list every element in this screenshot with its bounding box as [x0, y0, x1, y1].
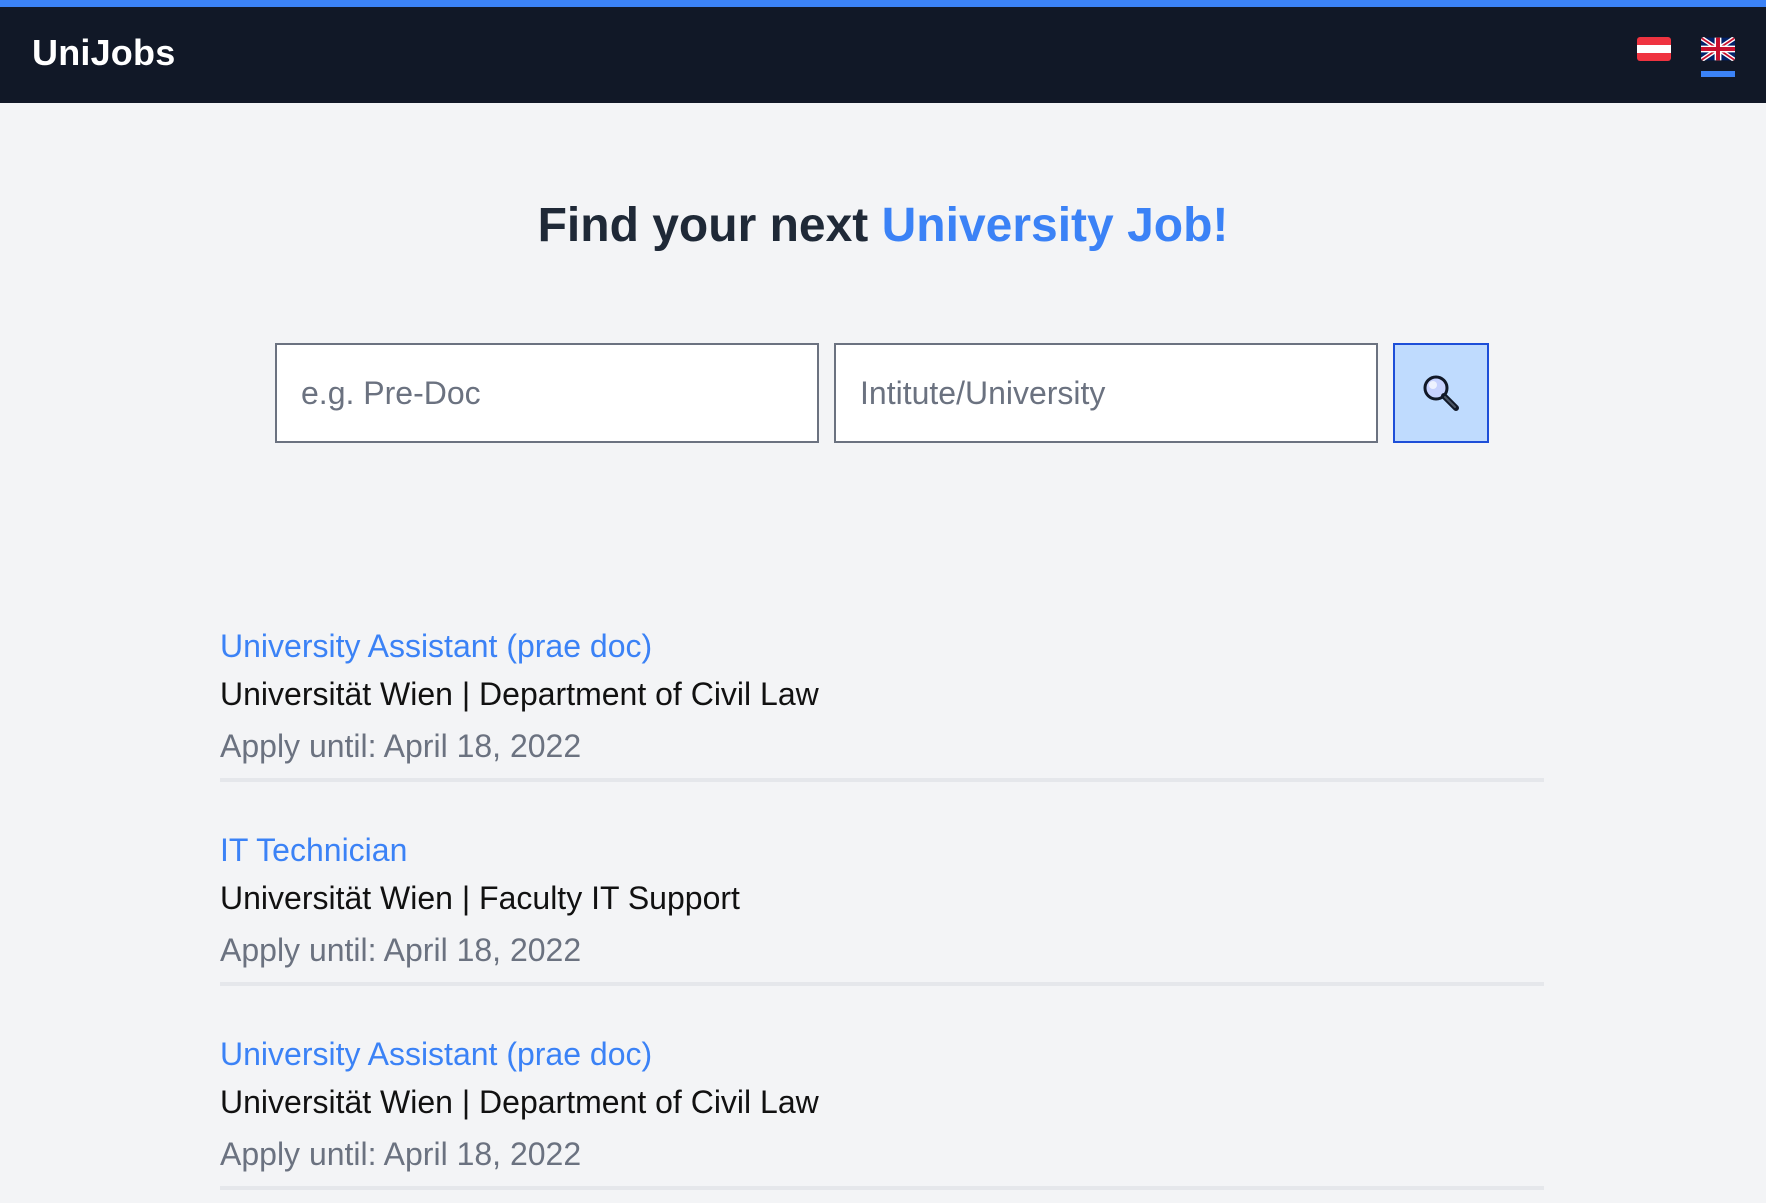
job-divider	[220, 1186, 1544, 1190]
job-organization: Universität Wien | Department of Civil L…	[220, 676, 819, 712]
hero-title-prefix: Find your next	[537, 199, 869, 252]
search-button[interactable]	[1393, 343, 1489, 443]
uk-flag-icon[interactable]	[1701, 37, 1735, 61]
top-accent-bar	[0, 0, 1766, 7]
job-title-link[interactable]: University Assistant (prae doc)	[220, 1032, 652, 1076]
institute-search-input[interactable]	[834, 343, 1378, 443]
uk-flag-graphic	[1701, 37, 1735, 61]
navbar: UniJobs	[0, 7, 1766, 103]
hero-title-highlight: University Job!	[881, 199, 1229, 252]
job-organization: Universität Wien | Department of Civil L…	[220, 1084, 819, 1120]
job-item: University Assistant (prae doc) Universi…	[220, 624, 1544, 828]
job-title-link[interactable]: University Assistant (prae doc)	[220, 624, 652, 668]
job-item: IT Technician Universität Wien | Faculty…	[220, 828, 1544, 1032]
austria-flag-icon[interactable]	[1637, 37, 1671, 61]
active-language-indicator	[1701, 71, 1735, 77]
job-item: University Assistant (prae doc) Universi…	[220, 1032, 1544, 1203]
hero-title: Find your next University Job!	[0, 196, 1766, 256]
page: UniJobs Find your next University Job! e…	[0, 0, 1766, 1203]
job-divider	[220, 982, 1544, 986]
job-organization: Universität Wien | Faculty IT Support	[220, 880, 740, 916]
job-title-link[interactable]: IT Technician	[220, 828, 407, 872]
job-divider	[220, 778, 1544, 782]
magnifier-icon	[1423, 375, 1459, 411]
job-deadline: Apply until: April 18, 2022	[220, 932, 582, 968]
job-deadline: Apply until: April 18, 2022	[220, 1136, 582, 1172]
job-deadline: Apply until: April 18, 2022	[220, 728, 582, 764]
job-search-input[interactable]	[275, 343, 819, 443]
austria-flag-graphic	[1637, 37, 1671, 61]
brand-logo[interactable]: UniJobs	[32, 32, 175, 74]
job-list: University Assistant (prae doc) Universi…	[220, 624, 1544, 1203]
